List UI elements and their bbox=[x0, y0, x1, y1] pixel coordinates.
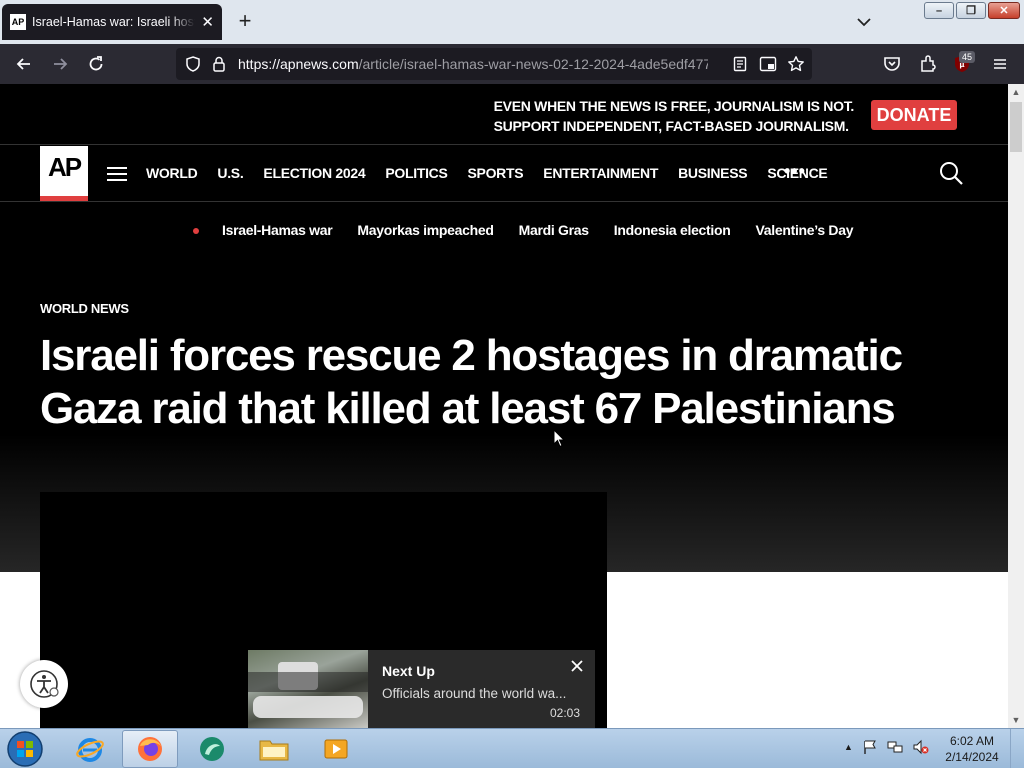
menu-icon[interactable] bbox=[990, 54, 1010, 74]
new-tab-icon[interactable]: + bbox=[234, 10, 256, 32]
close-icon[interactable] bbox=[569, 658, 585, 674]
show-hidden-icons-icon[interactable]: ▲ bbox=[844, 742, 853, 752]
show-desktop-button[interactable] bbox=[1010, 729, 1024, 768]
clock-date: 2/14/2024 bbox=[945, 750, 999, 764]
start-button-icon[interactable] bbox=[5, 730, 45, 768]
donate-button[interactable]: DONATE bbox=[871, 100, 957, 130]
url-host: https://apnews.com bbox=[238, 56, 359, 72]
reload-icon[interactable] bbox=[86, 54, 106, 74]
taskbar-firefox[interactable] bbox=[122, 730, 178, 768]
extension-badge: 45 bbox=[959, 51, 976, 63]
extensions-icon[interactable] bbox=[918, 54, 938, 74]
accessibility-button[interactable] bbox=[20, 660, 68, 708]
web-page: EVEN WHEN THE NEWS IS FREE, JOURNALISM I… bbox=[0, 84, 1008, 728]
back-icon[interactable] bbox=[14, 54, 34, 74]
file-explorer-icon bbox=[259, 740, 289, 761]
tab-strip: AP Israel-Hamas war: Israeli hostages re… bbox=[0, 0, 1024, 44]
internet-explorer-icon bbox=[76, 738, 104, 762]
minimize-button[interactable]: – bbox=[924, 2, 954, 19]
section-links: WORLD U.S. ELECTION 2024 POLITICS SPORTS… bbox=[146, 165, 847, 181]
trending-dot-icon bbox=[193, 228, 199, 234]
ap-favicon-icon: AP bbox=[10, 14, 26, 30]
article-headline: Israeli forces rescue 2 hostages in dram… bbox=[40, 331, 903, 433]
reader-view-icon[interactable] bbox=[732, 56, 748, 72]
page-scrollbar[interactable]: ▲ ▼ bbox=[1008, 84, 1024, 728]
mouse-cursor-icon bbox=[553, 429, 565, 448]
scroll-down-icon[interactable]: ▼ bbox=[1008, 712, 1024, 728]
nav-link-election-2024[interactable]: ELECTION 2024 bbox=[263, 165, 365, 181]
trending-link-mayorkas-impeached[interactable]: Mayorkas impeached bbox=[357, 222, 494, 238]
nav-link-us[interactable]: U.S. bbox=[217, 165, 243, 181]
windows-taskbar: ▲ 6:02 AM 2/14/2024 bbox=[0, 728, 1024, 768]
volume-muted-icon[interactable] bbox=[912, 739, 930, 755]
window-controls: – ❐ ✕ bbox=[924, 2, 1020, 19]
nav-link-politics[interactable]: POLITICS bbox=[385, 165, 447, 181]
next-up-label: Next Up bbox=[382, 663, 435, 679]
next-up-description[interactable]: Officials around the world wa... bbox=[382, 686, 582, 701]
next-up-duration: 02:03 bbox=[549, 706, 580, 720]
trending-link-mardi-gras[interactable]: Mardi Gras bbox=[519, 222, 589, 238]
shield-icon[interactable] bbox=[184, 55, 202, 73]
ap-logo[interactable]: AP bbox=[40, 146, 88, 201]
hamburger-menu-icon[interactable] bbox=[107, 167, 127, 181]
nav-link-business[interactable]: BUSINESS bbox=[678, 165, 747, 181]
taskbar-media-player[interactable] bbox=[308, 730, 364, 768]
bookmark-star-icon[interactable] bbox=[787, 55, 805, 73]
pocket-icon[interactable] bbox=[882, 54, 902, 74]
browser-tab[interactable]: AP Israel-Hamas war: Israeli hostages re… bbox=[2, 4, 222, 40]
logo-text: AP bbox=[47, 152, 82, 182]
forward-icon[interactable] bbox=[50, 54, 70, 74]
accessibility-icon bbox=[30, 670, 59, 698]
more-menu-button[interactable]: ••• bbox=[784, 162, 806, 180]
trending-links: Israel-Hamas war Mayorkas impeached Mard… bbox=[222, 222, 878, 238]
taskbar-clock[interactable]: 6:02 AM 2/14/2024 bbox=[940, 733, 1004, 765]
promo-banner: EVEN WHEN THE NEWS IS FREE, JOURNALISM I… bbox=[0, 84, 1008, 145]
taskbar-app[interactable] bbox=[184, 730, 240, 768]
network-icon[interactable] bbox=[887, 739, 903, 755]
lock-icon[interactable] bbox=[211, 55, 227, 73]
promo-line-2: SUPPORT INDEPENDENT, FACT-BASED JOURNALI… bbox=[493, 118, 849, 134]
scrollbar-thumb[interactable] bbox=[1010, 102, 1022, 152]
scroll-up-icon[interactable]: ▲ bbox=[1008, 84, 1024, 100]
search-icon[interactable] bbox=[938, 160, 964, 186]
firefox-icon bbox=[138, 737, 162, 761]
system-tray: ▲ bbox=[844, 739, 930, 755]
close-window-button[interactable]: ✕ bbox=[988, 2, 1020, 19]
main-navigation: AP WORLD U.S. ELECTION 2024 POLITICS SPO… bbox=[0, 145, 1008, 202]
trending-link-israel-hamas-war[interactable]: Israel-Hamas war bbox=[222, 222, 333, 238]
clock-time: 6:02 AM bbox=[949, 734, 995, 748]
next-up-thumbnail[interactable] bbox=[248, 650, 368, 728]
trending-link-valentines-day[interactable]: Valentine’s Day bbox=[756, 222, 854, 238]
nav-link-entertainment[interactable]: ENTERTAINMENT bbox=[543, 165, 658, 181]
restore-button[interactable]: ❐ bbox=[956, 2, 986, 19]
promo-line-1: EVEN WHEN THE NEWS IS FREE, JOURNALISM I… bbox=[493, 98, 855, 114]
action-center-flag-icon[interactable] bbox=[862, 739, 878, 755]
nav-link-world[interactable]: WORLD bbox=[146, 165, 198, 181]
promo-text: EVEN WHEN THE NEWS IS FREE, JOURNALISM I… bbox=[493, 96, 855, 136]
trending-link-indonesia-election[interactable]: Indonesia election bbox=[614, 222, 731, 238]
tab-title: Israel-Hamas war: Israeli hostages rescu… bbox=[32, 15, 196, 29]
section-label[interactable]: WORLD NEWS bbox=[40, 301, 129, 316]
app-icon bbox=[200, 737, 224, 761]
pip-icon[interactable] bbox=[759, 56, 777, 72]
next-up-popup[interactable]: Next Up Officials around the world wa...… bbox=[248, 650, 595, 728]
taskbar-file-explorer[interactable] bbox=[246, 730, 302, 768]
address-bar[interactable]: https://apnews.com/article/israel-hamas-… bbox=[176, 48, 812, 80]
trending-bar: Israel-Hamas war Mayorkas impeached Mard… bbox=[0, 202, 1008, 258]
url-path: /article/israel-hamas-war-news-02-12-202… bbox=[358, 56, 708, 72]
url-text: https://apnews.com/article/israel-hamas-… bbox=[238, 56, 708, 72]
nav-link-sports[interactable]: SPORTS bbox=[468, 165, 524, 181]
chevron-down-icon[interactable] bbox=[854, 12, 874, 32]
tab-close-icon[interactable]: ✕ bbox=[201, 15, 214, 30]
taskbar-internet-explorer[interactable] bbox=[62, 730, 118, 768]
navigation-toolbar: https://apnews.com/article/israel-hamas-… bbox=[0, 44, 1024, 84]
media-player-icon bbox=[324, 739, 348, 759]
